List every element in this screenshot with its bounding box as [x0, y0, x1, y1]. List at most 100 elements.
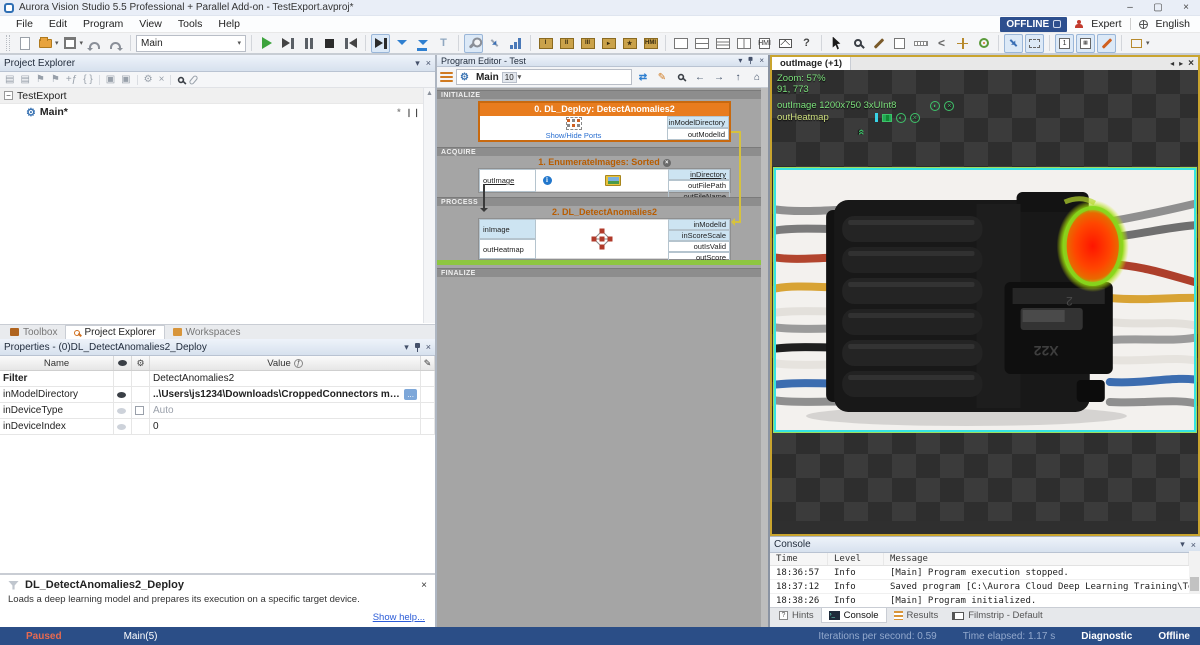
draw-tool-icon[interactable] [1097, 34, 1116, 53]
pause-icon[interactable] [299, 34, 318, 53]
property-row-indeviceindex[interactable]: inDeviceIndex 0 [0, 419, 435, 435]
diagnostic-mode-label[interactable]: Diagnostic [1081, 631, 1132, 642]
duplicate-icon[interactable]: ▣ [106, 74, 115, 85]
menu-program[interactable]: Program [75, 18, 131, 30]
port-outisvalid[interactable]: outIsValid [668, 241, 730, 252]
attachments-icon[interactable] [189, 74, 199, 85]
step-into-icon[interactable] [392, 34, 411, 53]
shape-tool-dropdown[interactable]: ▾ [1146, 39, 1150, 47]
variant-icon[interactable]: × [663, 159, 671, 167]
view-1to1-icon[interactable]: 1 [1055, 34, 1074, 53]
collapse-overlay-icon[interactable]: « [858, 126, 864, 138]
visibility-on-icon[interactable] [117, 392, 126, 398]
menu-view[interactable]: View [131, 18, 170, 30]
feedback-icon[interactable] [776, 34, 795, 53]
filter-block-dl-detectanomalies2[interactable]: 2. DL_DetectAnomalies2 inImage outHeatma… [478, 207, 731, 260]
port-inscorescale[interactable]: inScoreScale [668, 230, 730, 241]
select-region-icon[interactable] [1025, 34, 1044, 53]
tab-workspaces[interactable]: Workspaces [165, 325, 249, 339]
filter-block-enumerateimages[interactable]: 1. EnumerateImages: Sorted × outImage i … [478, 157, 731, 193]
console-menu-icon[interactable]: ▾ [1180, 539, 1185, 550]
console-log-row[interactable]: 18:38:26 Info [Main] Program initialized… [770, 594, 1200, 608]
open-project-dropdown[interactable]: ▾ [55, 39, 59, 47]
canvas-scrollbar[interactable] [761, 88, 768, 627]
add-function-icon[interactable]: +ƒ [66, 74, 77, 85]
layer-settings-icon[interactable]: ◐ [930, 101, 940, 111]
layout-columns-icon[interactable] [734, 34, 753, 53]
extract-icon[interactable]: ▣ [121, 74, 130, 85]
iterate-icon[interactable] [371, 34, 390, 53]
layout-single-icon[interactable] [671, 34, 690, 53]
minimize-button[interactable]: – [1116, 0, 1144, 15]
tab-filmstrip[interactable]: Filmstrip - Default [945, 608, 1049, 623]
breadcrumb-dropdown[interactable]: ▾ [518, 73, 522, 81]
ruler-tool-icon[interactable] [911, 34, 930, 53]
block-title[interactable]: 2. DL_DetectAnomalies2 [478, 207, 731, 218]
view-layout2-icon[interactable]: II [557, 34, 576, 53]
port-indirectory[interactable]: inDirectory [668, 169, 730, 180]
axes-tool-icon[interactable] [953, 34, 972, 53]
statistics-icon[interactable] [506, 34, 525, 53]
console-log-row[interactable]: 18:37:12 Info Saved program [C:\Aurora C… [770, 580, 1200, 594]
port-inimage[interactable]: inImage [479, 219, 536, 239]
port-outmodelid[interactable]: outModelId [667, 128, 729, 140]
redo-icon[interactable] [106, 34, 125, 53]
navigate-back-icon[interactable]: ← [692, 69, 708, 85]
menu-edit[interactable]: Edit [41, 18, 75, 30]
program-editor-menu-icon[interactable]: ▾ [738, 56, 742, 65]
navigate-up-icon[interactable]: ↑ [730, 69, 746, 85]
layer-remove-icon[interactable]: × [944, 101, 954, 111]
visibility-off-icon[interactable] [117, 408, 126, 414]
program-editor-close-icon[interactable]: × [759, 56, 764, 65]
tab-hints[interactable]: ? Hints [772, 608, 821, 623]
layer-settings-icon[interactable]: ◐ [896, 113, 906, 123]
angle-tool-icon[interactable]: < [932, 34, 951, 53]
filter-block-dl-deploy[interactable]: 0. DL_Deploy: DetectAnomalies2 Show/Hide… [478, 101, 731, 142]
project-explorer-close-icon[interactable]: × [426, 58, 431, 68]
find-in-program-icon[interactable] [673, 69, 689, 85]
save-dropdown[interactable]: ▾ [80, 39, 84, 47]
fit-view-icon[interactable]: ▦ [1076, 34, 1095, 53]
settings-gear-icon[interactable]: ⚙ [144, 74, 153, 85]
view-hmi-icon[interactable]: HMI [641, 34, 660, 53]
add-macrofilter-icon[interactable]: ▤ [5, 74, 14, 85]
offline-status-label[interactable]: Offline [1158, 631, 1190, 642]
show-hide-ports-link[interactable]: Show/Hide Ports [546, 131, 602, 140]
image-preview-area[interactable]: Zoom: 57% 91, 773 outImage 1200x750 3xUI… [772, 70, 1198, 521]
port-outimage[interactable]: outImage [479, 169, 536, 192]
close-button[interactable]: × [1172, 0, 1200, 15]
tab-results[interactable]: Results [887, 608, 946, 623]
opacity-slider[interactable] [875, 113, 878, 122]
restart-icon[interactable] [341, 34, 360, 53]
project-explorer-menu-icon[interactable]: ▾ [415, 58, 420, 69]
maximize-button[interactable]: ▢ [1144, 0, 1172, 15]
language-button[interactable]: English [1156, 18, 1190, 30]
palette-icon[interactable] [882, 114, 892, 122]
macrofilter-breadcrumb[interactable]: ⚙ Main 10 ▾ [456, 69, 632, 85]
stop-tasks-icon[interactable]: T [434, 34, 453, 53]
probe-tool-icon[interactable] [869, 34, 888, 53]
console-log-row[interactable]: 18:36:57 Info [Main] Program execution s… [770, 566, 1200, 580]
step-over-icon[interactable] [278, 34, 297, 53]
menu-help[interactable]: Help [210, 18, 248, 30]
view-star-icon[interactable]: ★ [620, 34, 639, 53]
add-worker-task-icon[interactable]: ▤ [20, 74, 29, 85]
edit-macrofilter-icon[interactable]: ✎ [654, 69, 670, 85]
tabs-scroll-left-icon[interactable]: ◂ [1170, 59, 1174, 68]
menu-file[interactable]: File [8, 18, 41, 30]
offline-mode-button[interactable]: OFFLINE [1000, 17, 1067, 32]
view-cursor-icon[interactable]: ▸ [599, 34, 618, 53]
home-icon[interactable]: ⌂ [749, 69, 765, 85]
properties-close-icon[interactable]: × [426, 342, 431, 352]
open-project-icon[interactable] [36, 34, 55, 53]
rect-tool-icon[interactable] [890, 34, 909, 53]
step-out-icon[interactable] [413, 34, 432, 53]
show-help-link[interactable]: Show help... [373, 612, 425, 623]
layout-hmi-icon[interactable]: HMI [755, 34, 774, 53]
property-row-filter[interactable]: Filter DetectAnomalies2 [0, 371, 435, 387]
tabs-scroll-right-icon[interactable]: ▸ [1179, 59, 1183, 68]
property-row-indevicetype[interactable]: inDeviceType Auto [0, 403, 435, 419]
layout-rows-icon[interactable] [713, 34, 732, 53]
view-layout3-icon[interactable]: III [578, 34, 597, 53]
auto-checkbox[interactable] [135, 406, 144, 415]
